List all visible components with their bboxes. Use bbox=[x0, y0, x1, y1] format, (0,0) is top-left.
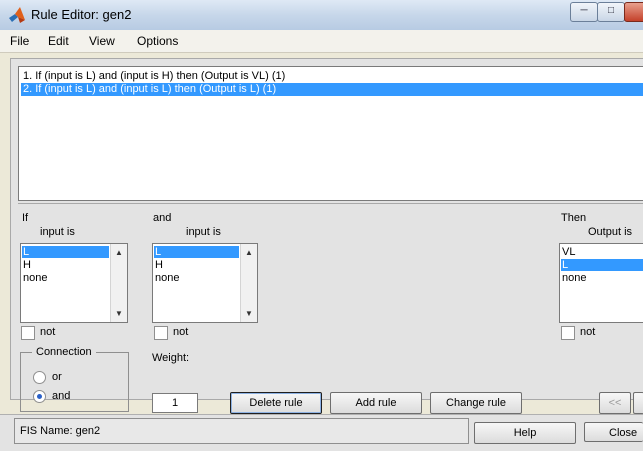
list-option-none[interactable]: none bbox=[22, 272, 109, 284]
list-option-h[interactable]: H bbox=[154, 259, 239, 271]
weight-label: Weight: bbox=[152, 352, 190, 364]
connection-label: Connection bbox=[32, 346, 96, 358]
help-button[interactable]: Help bbox=[474, 422, 576, 444]
then-output-label: Output is bbox=[588, 226, 633, 238]
or-radio[interactable] bbox=[33, 371, 46, 384]
list-option-h[interactable]: H bbox=[22, 259, 109, 271]
divider bbox=[18, 203, 643, 204]
scrollbar[interactable]: ▲ ▼ bbox=[110, 244, 127, 322]
then-output-listbox[interactable]: VL L none bbox=[559, 243, 643, 323]
minimize-button[interactable]: ─ bbox=[570, 2, 598, 22]
fis-name-status: FIS Name: gen2 bbox=[14, 418, 469, 444]
scroll-up-icon[interactable]: ▲ bbox=[115, 248, 123, 257]
menu-options[interactable]: Options bbox=[137, 34, 178, 48]
list-option-l[interactable]: L bbox=[154, 246, 239, 258]
then-label: Then bbox=[561, 212, 587, 224]
maximize-button[interactable]: □ bbox=[597, 2, 625, 22]
menu-edit[interactable]: Edit bbox=[48, 34, 69, 48]
next-rule-button[interactable] bbox=[633, 392, 643, 414]
or-label: or bbox=[52, 371, 62, 383]
and-label: and bbox=[153, 212, 172, 224]
scroll-down-icon[interactable]: ▼ bbox=[245, 309, 253, 318]
list-option-l[interactable]: L bbox=[22, 246, 109, 258]
and-radio[interactable] bbox=[33, 390, 46, 403]
menu-file[interactable]: File bbox=[10, 34, 29, 48]
and-not-label: not bbox=[173, 326, 189, 338]
prev-rule-button[interactable]: << bbox=[599, 392, 631, 414]
then-not-label: not bbox=[580, 326, 596, 338]
scroll-up-icon[interactable]: ▲ bbox=[245, 248, 253, 257]
rule-item-2[interactable]: 2. If (input is L) and (input is L) then… bbox=[21, 83, 643, 96]
list-option-none[interactable]: none bbox=[561, 272, 643, 284]
if-input-label: input is bbox=[40, 226, 75, 238]
and-not-checkbox[interactable] bbox=[154, 326, 168, 340]
list-option-none[interactable]: none bbox=[154, 272, 239, 284]
change-rule-button[interactable]: Change rule bbox=[430, 392, 522, 414]
if-input-listbox[interactable]: L H none ▲ ▼ bbox=[20, 243, 128, 323]
menu-view[interactable]: View bbox=[89, 34, 115, 48]
rules-list[interactable]: 1. If (input is L) and (input is H) then… bbox=[18, 66, 643, 201]
and-input-label: input is bbox=[186, 226, 221, 238]
scroll-down-icon[interactable]: ▼ bbox=[115, 309, 123, 318]
list-option-vl[interactable]: VL bbox=[561, 246, 643, 258]
add-rule-button[interactable]: Add rule bbox=[330, 392, 422, 414]
minimize-icon: ─ bbox=[580, 5, 588, 16]
rule-item-1[interactable]: 1. If (input is L) and (input is H) then… bbox=[21, 70, 643, 83]
window-title: Rule Editor: gen2 bbox=[31, 7, 132, 22]
weight-input[interactable]: 1 bbox=[152, 393, 198, 413]
matlab-logo-icon bbox=[9, 7, 25, 23]
and-radio-label: and bbox=[52, 390, 71, 402]
close-button[interactable]: Close bbox=[584, 422, 643, 442]
list-option-l[interactable]: L bbox=[561, 259, 643, 271]
delete-rule-button[interactable]: Delete rule bbox=[230, 392, 322, 414]
if-label: If bbox=[22, 212, 29, 224]
maximize-icon: □ bbox=[607, 5, 615, 16]
if-not-label: not bbox=[40, 326, 56, 338]
then-not-checkbox[interactable] bbox=[561, 326, 575, 340]
close-window-button[interactable] bbox=[624, 2, 643, 22]
if-not-checkbox[interactable] bbox=[21, 326, 35, 340]
scrollbar[interactable]: ▲ ▼ bbox=[240, 244, 257, 322]
and-input-listbox[interactable]: L H none ▲ ▼ bbox=[152, 243, 258, 323]
